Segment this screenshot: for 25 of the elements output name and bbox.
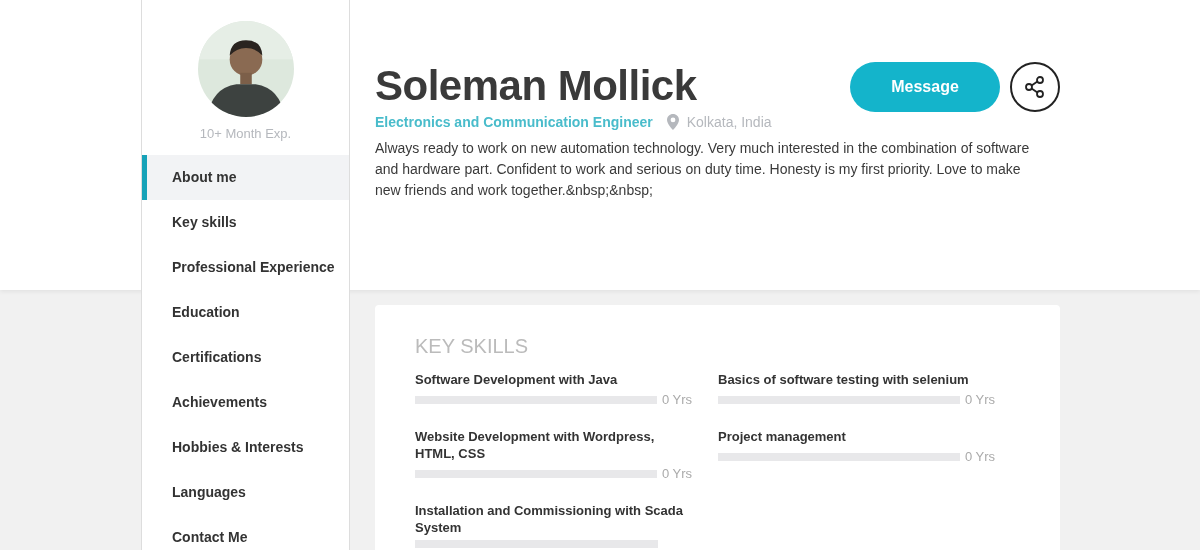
sidebar-item[interactable]: Hobbies & Interests (142, 425, 349, 470)
sidebar-item[interactable]: About me (142, 155, 349, 200)
skill-name: Website Development with Wordpress, HTML, CSS (415, 428, 656, 462)
years-text: 0 Yrs (964, 449, 995, 464)
sidebar-item[interactable]: Achievements (142, 380, 349, 425)
job-title: Electronics and Communication Engineer (375, 114, 653, 130)
years-text: 0 Yrs (661, 392, 692, 407)
location-text: Kolkata, India (686, 114, 772, 130)
sidebar-item[interactable]: Education (142, 290, 349, 335)
skill-name: Project management (718, 428, 847, 445)
years-text: 0 Yrs (964, 392, 995, 407)
sidebar-item[interactable]: Languages (142, 470, 349, 515)
years-text: 0 Yrs (661, 466, 692, 481)
bio-paragraph: Always ready to work on new automation technology. Very much interested in the combination of software and hardware part. Confident to work and serious on duty time. Honesty is my first priority. Love to make new friends and work together.&nbsp;&nbsp; (375, 139, 1031, 200)
sidebar-item[interactable]: Contact Me (142, 515, 349, 550)
skill-name: Basics of software testing with selenium (718, 371, 970, 388)
section-heading: KEY SKILLS (415, 335, 530, 358)
sidebar-item[interactable]: Key skills (142, 200, 349, 245)
experience-text: 10+ Month Exp. (199, 126, 292, 141)
location-pin-icon (666, 114, 679, 130)
skill-name: Software Development with Java (415, 371, 619, 388)
sidebar-item[interactable]: Professional Experience (142, 245, 349, 290)
profile-name: Soleman Mollick (375, 62, 697, 110)
skill-name: Installation and Commissioning with Scada System (415, 502, 684, 536)
sidebar-item[interactable]: Certifications (142, 335, 349, 380)
